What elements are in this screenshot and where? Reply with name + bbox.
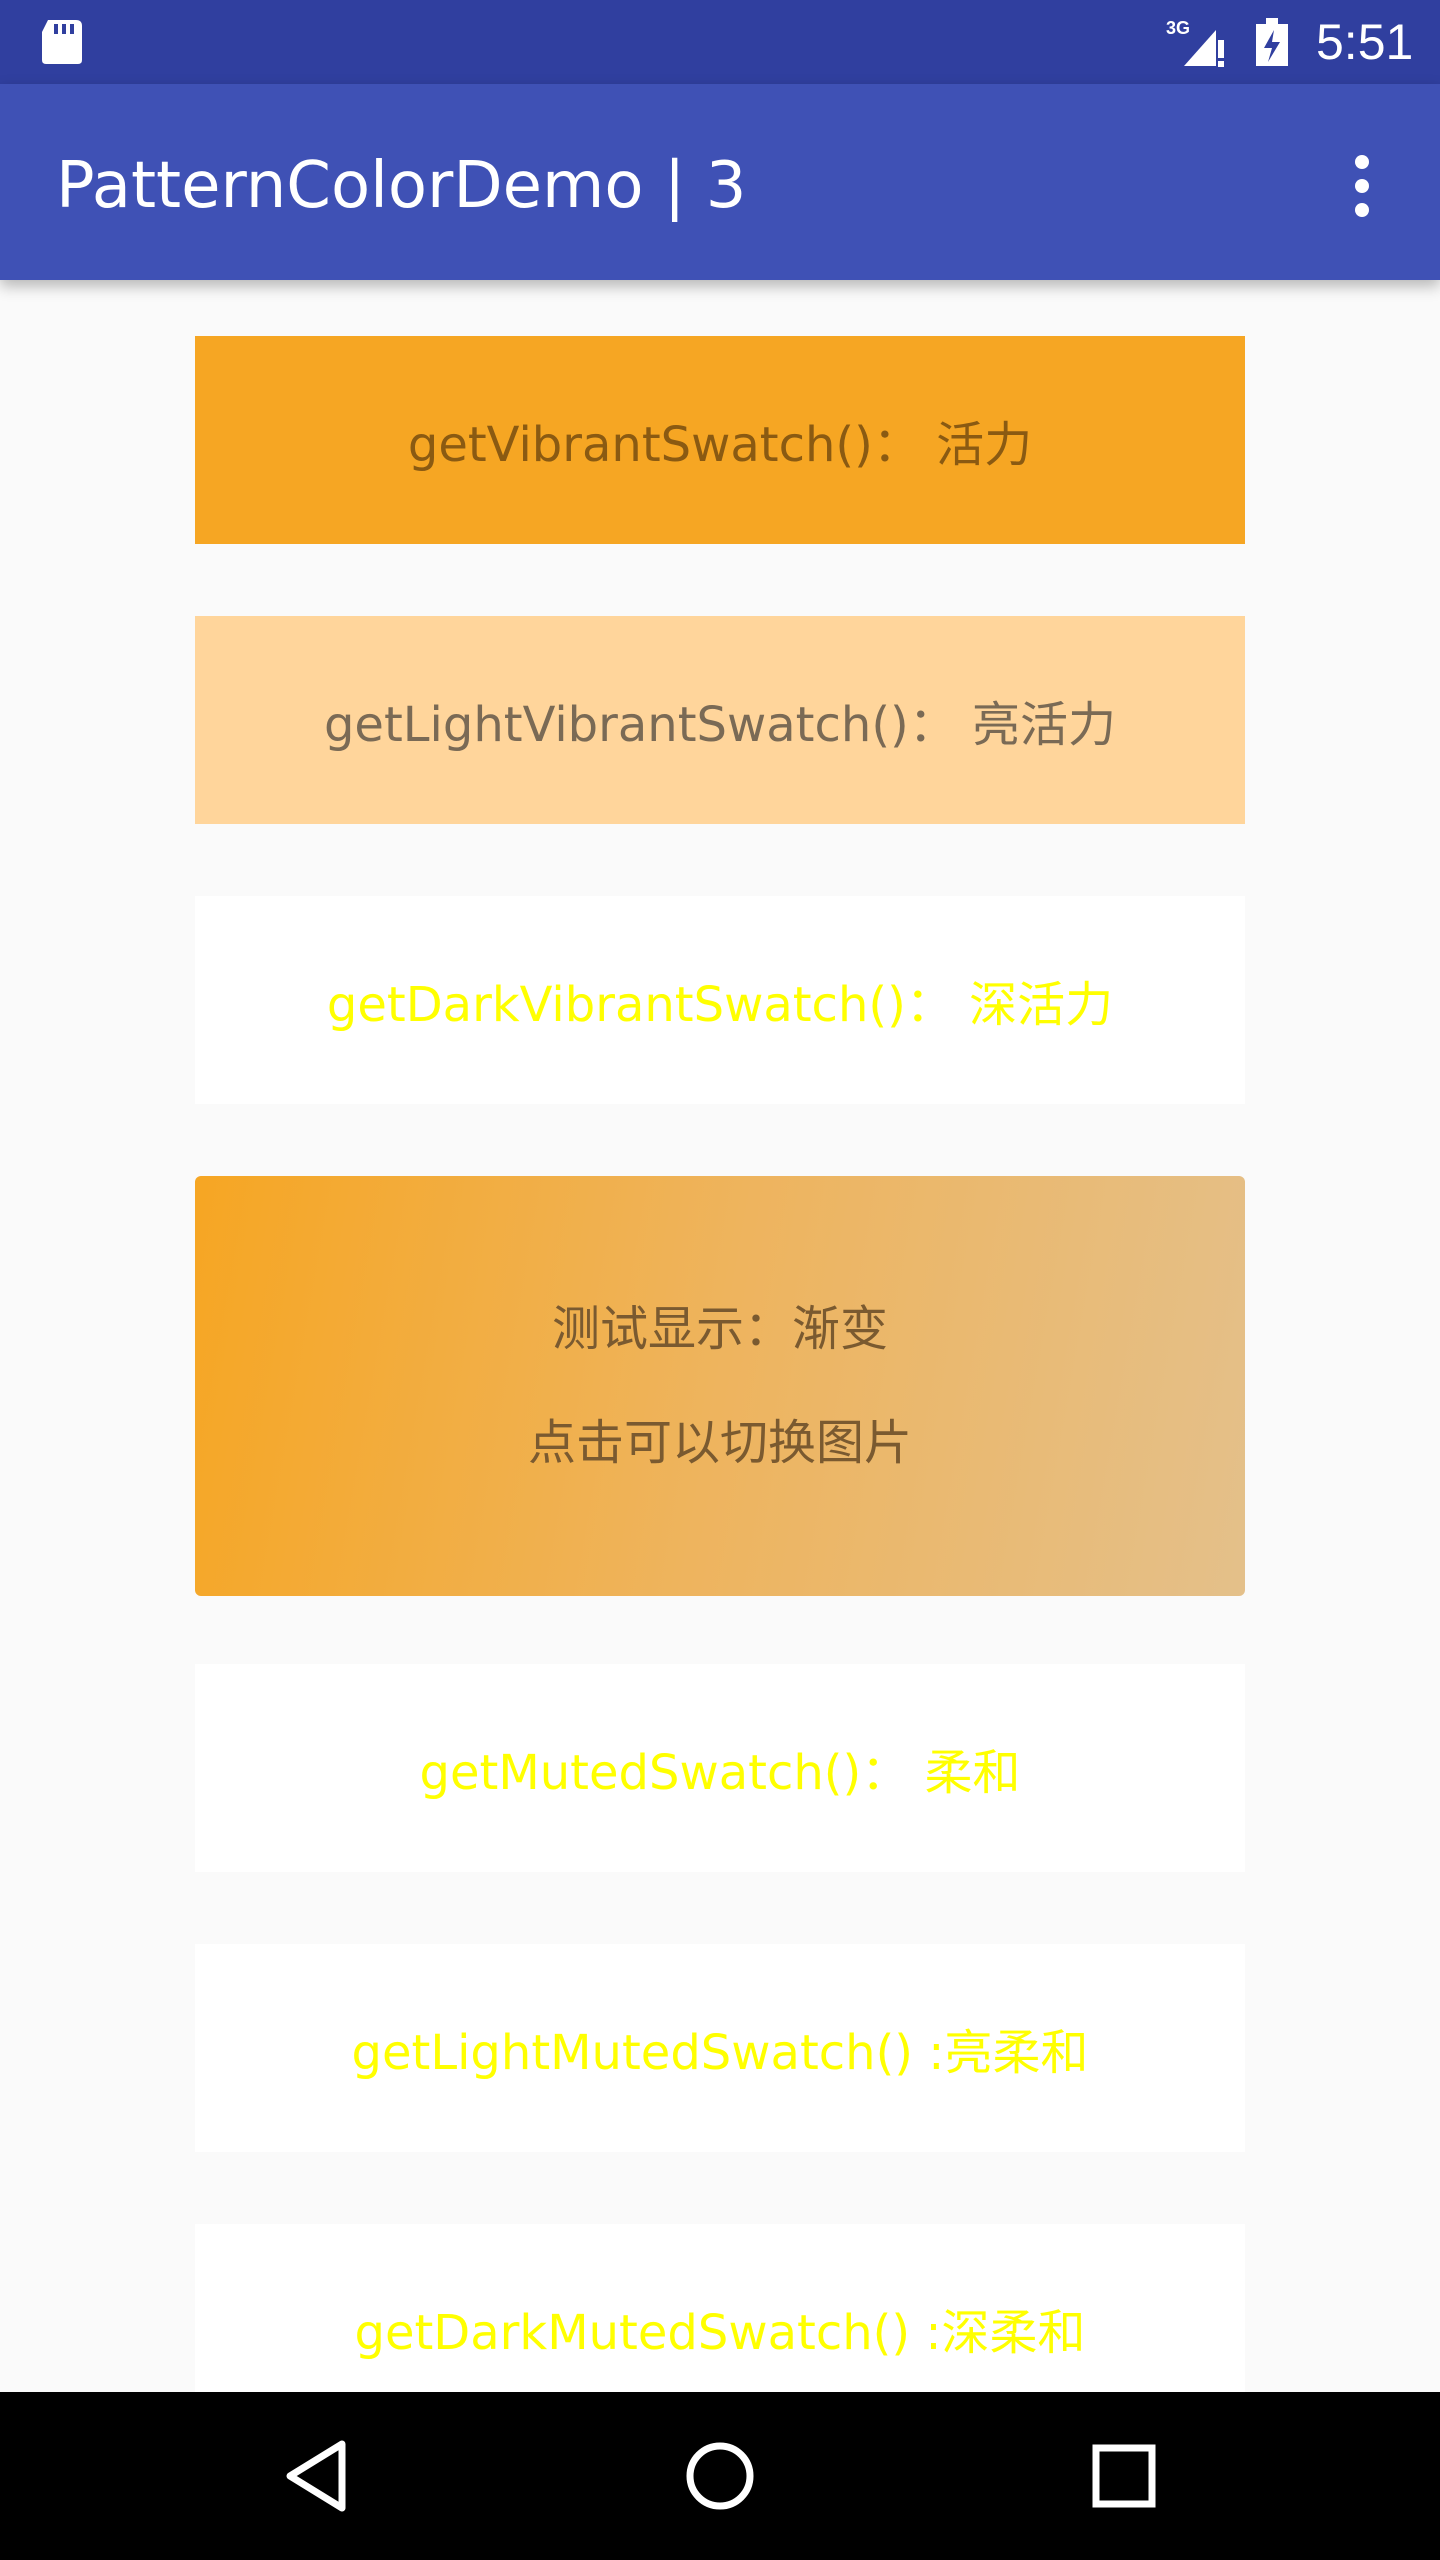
back-icon[interactable]: [266, 2426, 366, 2526]
battery-charging-icon: [1256, 18, 1288, 66]
swatch-list[interactable]: getVibrantSwatch()： 活力 getLightVibrantSw…: [0, 280, 1440, 2392]
recents-icon[interactable]: [1074, 2426, 1174, 2526]
dark-muted-swatch-card: getDarkMutedSwatch() :深柔和: [195, 2224, 1245, 2392]
dark-vibrant-swatch-label: getDarkVibrantSwatch()： 深活力: [326, 977, 1114, 1033]
switch-image-hint: 点击可以切换图片: [527, 1415, 912, 1471]
light-vibrant-swatch-card: getLightVibrantSwatch()： 亮活力: [195, 616, 1245, 824]
vibrant-swatch-label: getVibrantSwatch()： 活力: [407, 417, 1033, 473]
light-vibrant-swatch-label: getLightVibrantSwatch()： 亮活力: [323, 697, 1117, 753]
page-title: PatternColorDemo | 3: [56, 149, 747, 223]
navigation-bar: [0, 2392, 1440, 2560]
muted-swatch-label: getMutedSwatch()： 柔和: [419, 1745, 1021, 1801]
home-icon[interactable]: [670, 2426, 770, 2526]
status-bar: 3G 5:51: [0, 0, 1440, 84]
muted-swatch-card: getMutedSwatch()： 柔和: [195, 1664, 1245, 1872]
network-type-label: 3G: [1166, 18, 1190, 38]
light-muted-swatch-card: getLightMutedSwatch() :亮柔和: [195, 1944, 1245, 2152]
status-clock: 5:51: [1316, 14, 1414, 70]
light-muted-swatch-label: getLightMutedSwatch() :亮柔和: [351, 2025, 1089, 2081]
sd-card-icon: [42, 20, 82, 64]
vibrant-swatch-card: getVibrantSwatch()： 活力: [195, 336, 1245, 544]
dark-vibrant-swatch-card: getDarkVibrantSwatch()： 深活力: [195, 896, 1245, 1104]
app-bar: PatternColorDemo | 3: [0, 84, 1440, 280]
dark-muted-swatch-label: getDarkMutedSwatch() :深柔和: [354, 2305, 1086, 2361]
more-vert-icon[interactable]: [1340, 150, 1384, 222]
gradient-test-title: 测试显示：渐变: [551, 1301, 888, 1357]
gradient-test-card[interactable]: 测试显示：渐变 点击可以切换图片: [195, 1176, 1245, 1596]
signal-3g-icon: 3G: [1166, 18, 1224, 67]
